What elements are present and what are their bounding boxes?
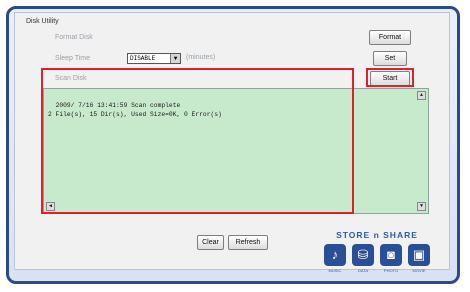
store-n-share-logo: STORE n SHARE ♪ ⛁ ◙ ▣ MUSIC DATA PHOTO M… [318, 230, 436, 282]
music-label: MUSIC [328, 268, 342, 273]
clear-button[interactable]: Clear [197, 235, 224, 250]
refresh-button[interactable]: Refresh [228, 235, 268, 250]
music-icon: ♪ [324, 244, 346, 266]
sleep-time-value: DISABLE [130, 55, 156, 62]
sleep-time-label: Sleep Time [55, 55, 91, 62]
logo-title: STORE n SHARE [336, 230, 418, 240]
photo-label: PHOTO [383, 268, 399, 273]
photo-icon: ◙ [380, 244, 402, 266]
sleep-time-select[interactable]: DISABLE ▼ [127, 53, 181, 64]
scroll-up-icon[interactable]: ▲ [417, 91, 426, 100]
log-vertical-scrollbar[interactable]: ▲ ▼ [417, 91, 426, 211]
scroll-down-icon[interactable]: ▼ [417, 202, 426, 211]
movie-icon: ▣ [408, 244, 430, 266]
format-button[interactable]: Format [369, 30, 411, 45]
data-label: DATA [357, 268, 369, 273]
panel-title: Disk Utility [26, 18, 59, 25]
chevron-down-icon[interactable]: ▼ [170, 54, 180, 63]
highlight-box-start [366, 68, 414, 87]
format-disk-label: Format Disk [55, 34, 93, 41]
set-button[interactable]: Set [373, 51, 407, 66]
movie-label: MOVIE [412, 268, 426, 273]
sleep-time-unit: (minutes) [186, 54, 216, 61]
highlight-box-scan-area [41, 68, 354, 214]
data-icon: ⛁ [352, 244, 374, 266]
